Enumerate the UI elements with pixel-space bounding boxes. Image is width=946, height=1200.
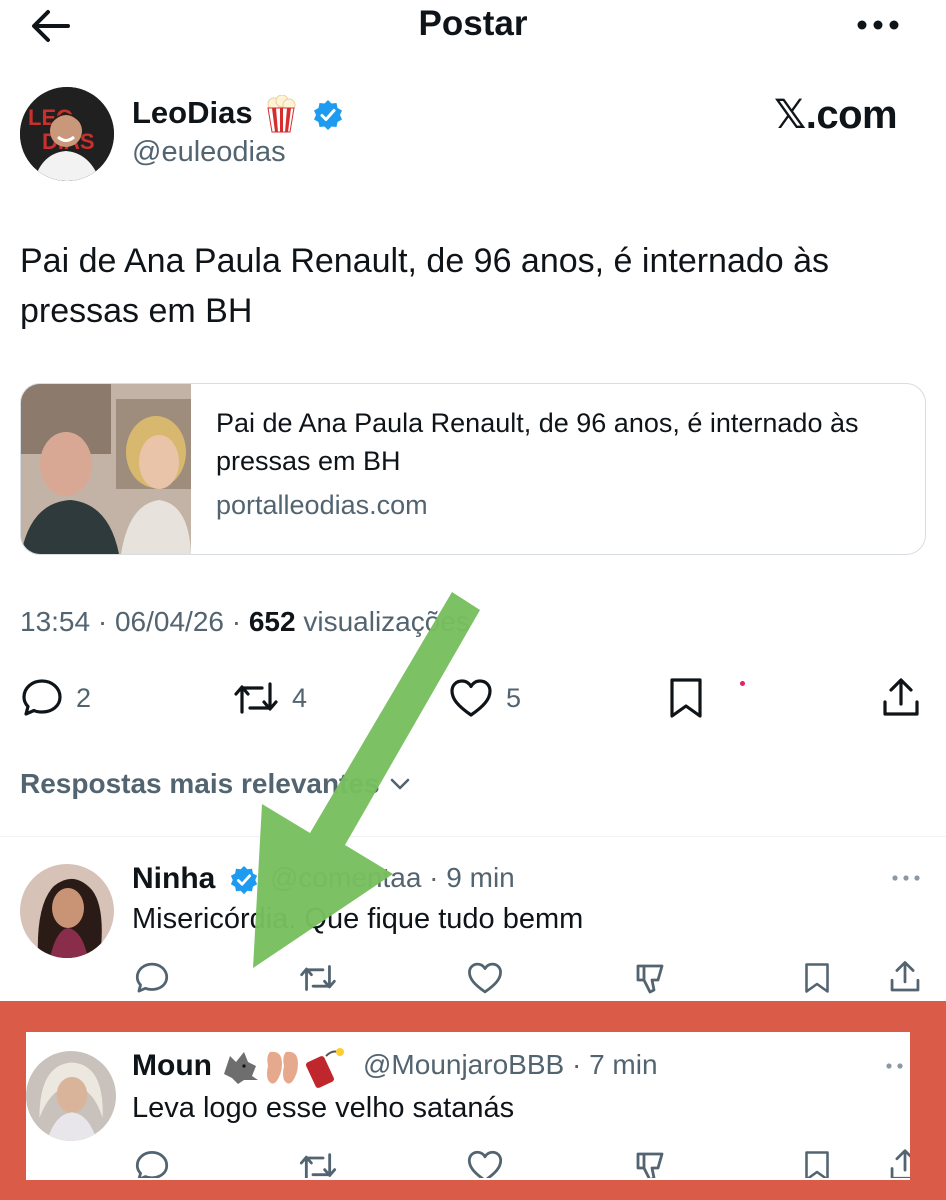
heart-icon (468, 962, 502, 994)
reply-reply-button[interactable] (134, 960, 170, 996)
reply-icon (135, 1150, 169, 1178)
share-icon (890, 961, 920, 992)
reply-share-button[interactable] (888, 958, 922, 996)
dynamite-emoji-icon (306, 1048, 344, 1088)
reply-count: 2 (76, 682, 92, 713)
reply-author-name[interactable]: Ninha (132, 862, 215, 896)
popcorn-emoji-icon (264, 95, 298, 133)
link-preview-card[interactable]: Pai de Ana Paula Renault, de 96 anos, é … (20, 383, 926, 555)
reply-author-name[interactable]: Moun (132, 1049, 212, 1083)
wolf-emoji-icon (224, 1052, 258, 1084)
reply-icon (135, 962, 169, 993)
repost-count: 4 (292, 682, 308, 713)
reply-text: Leva logo esse velho satanás (132, 1092, 515, 1124)
reply-meta: @MounjaroBBB · 7 min (363, 1049, 658, 1080)
bookmark-icon (805, 1151, 829, 1178)
reply-bookmark-button[interactable] (802, 1148, 832, 1178)
thumbs-down-icon (636, 1152, 664, 1178)
reply-avatar[interactable] (20, 864, 114, 958)
share-icon (883, 678, 919, 716)
reply-like-button[interactable] (466, 960, 504, 996)
verified-badge-icon (229, 865, 259, 895)
more-horizontal-icon (886, 1063, 903, 1069)
heart-icon (467, 1150, 503, 1178)
post-time: 13:54 (20, 606, 91, 637)
share-button[interactable] (880, 676, 922, 720)
verified-badge-icon (312, 99, 344, 131)
reply-avatar[interactable] (26, 1051, 116, 1141)
views-count: 652 (248, 606, 296, 637)
repost-button[interactable]: 4 (232, 676, 307, 720)
bookmark-icon (670, 678, 702, 718)
repost-icon (300, 965, 336, 991)
replies-sort-dropdown[interactable]: Respostas mais relevantes (20, 768, 412, 800)
more-options-button[interactable] (854, 12, 902, 38)
reply-time: 9 min (446, 862, 515, 893)
views-label: visualizações (303, 606, 470, 637)
reply-text: Misericórdia. Que fique tudo bemm (132, 903, 584, 935)
repost-icon (234, 682, 278, 714)
reply-downvote-button[interactable] (634, 960, 670, 996)
more-horizontal-icon (892, 875, 920, 881)
reply-button[interactable]: 2 (20, 676, 91, 720)
reply-reply-button[interactable] (134, 1148, 170, 1178)
reply-downvote-button[interactable] (634, 1148, 670, 1178)
author-avatar[interactable]: LEO DIAS (20, 87, 114, 181)
page-title: Postar (418, 4, 528, 43)
card-title: Pai de Ana Paula Renault, de 96 anos, é … (216, 408, 859, 476)
divider (0, 836, 946, 837)
reply-meta: @comentaa · 9 min (270, 862, 515, 893)
repost-icon (299, 1153, 337, 1178)
reply-handle[interactable]: @comentaa (270, 862, 421, 893)
card-domain: portalleodias.com (216, 490, 428, 520)
x-watermark: 𝕏.com (774, 93, 898, 137)
author-handle[interactable]: @euleodias (132, 136, 286, 169)
reply-repost-button[interactable] (298, 1148, 338, 1178)
reply-icon (22, 679, 62, 716)
replies-sort-label: Respostas mais relevantes (20, 768, 380, 799)
reply-more-button[interactable] (884, 1060, 908, 1072)
post-date: 06/04/26 (114, 606, 224, 637)
reply-share-button[interactable] (888, 1146, 910, 1178)
author-name[interactable]: LeoDias (132, 95, 253, 131)
thumbs-down-icon (636, 964, 664, 994)
ear-emoji-icon (267, 1051, 298, 1084)
share-icon (890, 1149, 910, 1178)
like-button[interactable]: 5 (448, 676, 521, 720)
chevron-down-icon (390, 778, 409, 790)
reply-like-button[interactable] (466, 1148, 504, 1178)
more-horizontal-icon (857, 20, 899, 30)
post-text: Pai de Ana Paula Renault, de 96 anos, é … (20, 242, 830, 330)
post-metadata: 13:54 · 06/04/26 · 652 visualizações (20, 606, 470, 637)
bookmark-button[interactable] (666, 676, 706, 720)
reply-handle[interactable]: @MounjaroBBB (363, 1049, 564, 1080)
bookmark-icon (805, 963, 829, 993)
heart-icon (450, 679, 492, 717)
reply-more-button[interactable] (890, 872, 922, 884)
reply-time: 7 min (589, 1049, 658, 1080)
name-emojis (222, 1044, 358, 1088)
reply-bookmark-button[interactable] (802, 960, 832, 996)
like-count: 5 (506, 682, 522, 713)
reply-repost-button[interactable] (298, 960, 338, 996)
notification-dot (740, 681, 745, 686)
card-thumbnail-image (21, 384, 191, 554)
